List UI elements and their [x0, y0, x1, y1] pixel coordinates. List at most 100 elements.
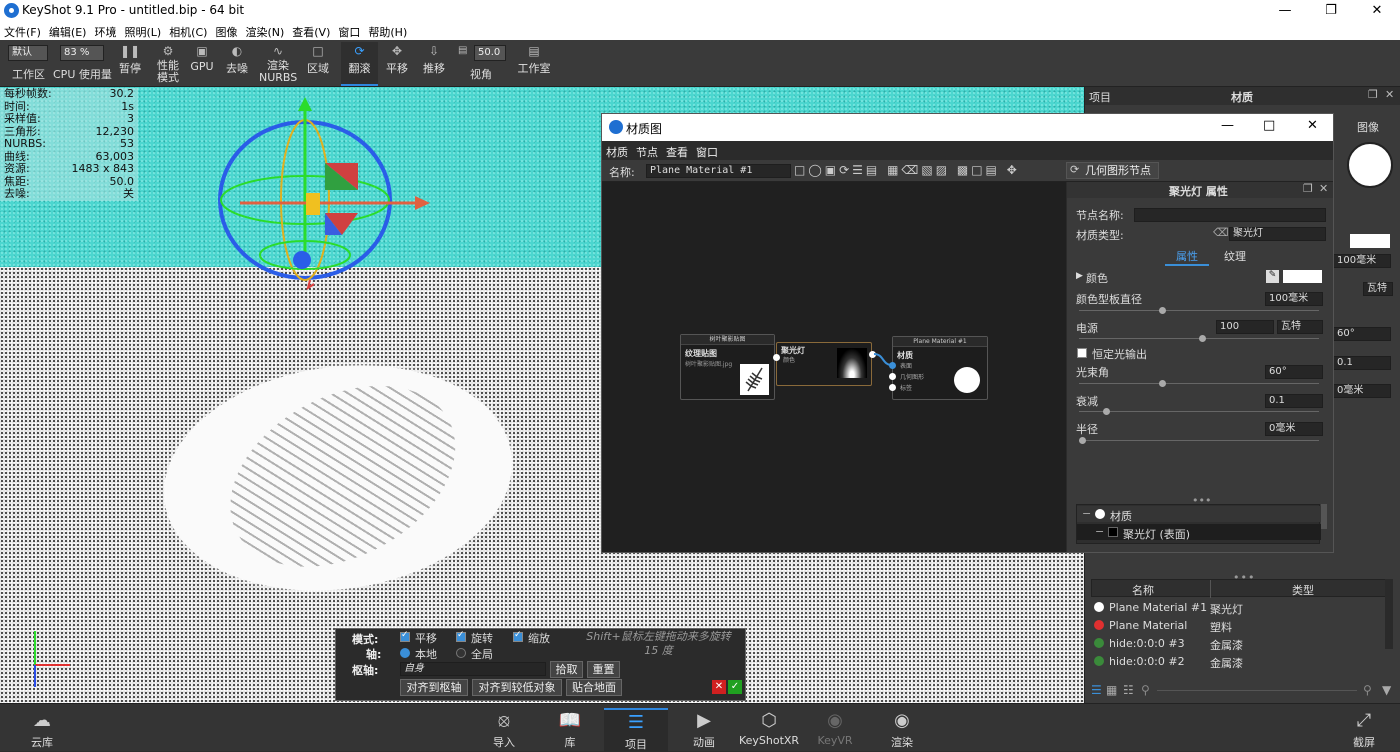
float-icon[interactable]: ❐: [1368, 88, 1378, 101]
translate-checkbox[interactable]: [400, 630, 410, 642]
render-button[interactable]: ◉ 渲染: [882, 708, 922, 752]
col-name[interactable]: 名称: [1132, 582, 1154, 598]
geometry-node-button[interactable]: 几何图形节点: [1066, 162, 1159, 179]
filter-icon[interactable]: ▼: [1382, 683, 1391, 697]
radius-input[interactable]: 0毫米: [1265, 422, 1323, 436]
beam-angle-slider[interactable]: [1079, 380, 1319, 387]
col-type[interactable]: 类型: [1292, 582, 1314, 598]
tree-item-root[interactable]: − 材质: [1077, 506, 1321, 523]
import-button[interactable]: ⦻ 导入: [484, 708, 524, 752]
maximize-icon[interactable]: ❐: [1308, 0, 1354, 22]
library-button[interactable]: 📖 库: [552, 708, 588, 752]
pause-button[interactable]: ❚❚ 暂停: [115, 42, 145, 86]
minimize-icon[interactable]: —: [1262, 0, 1308, 22]
studio-button[interactable]: ▤ 工作室: [512, 42, 556, 86]
align-lower-button[interactable]: 对齐到较低对象: [472, 679, 562, 696]
tab-texture[interactable]: 纹理: [1213, 248, 1257, 264]
falloff-input[interactable]: 0.1: [1265, 394, 1323, 408]
menu-environment[interactable]: 环境: [90, 22, 120, 42]
spotlight-node[interactable]: 聚光灯 颜色: [773, 342, 876, 386]
render-nurbs-button[interactable]: ∿ 渲染 NURBS: [259, 42, 297, 86]
material-output-node[interactable]: Plane Material #1 材质 表面 几何图形 标签: [889, 336, 988, 400]
graph-tool-icons[interactable]: □◯▣⟳☰▤ ▦⌫▧▨ ▩□▤ ✥: [794, 163, 1020, 177]
menu-lighting[interactable]: 照明(L): [120, 22, 165, 42]
beam-angle-input[interactable]: 60°: [1265, 365, 1323, 379]
align-pivot-button[interactable]: 对齐到枢轴: [400, 679, 468, 696]
animation-button[interactable]: ▶ 动画: [684, 708, 724, 752]
cloud-library-button[interactable]: ☁ 云库: [22, 708, 62, 752]
tab-image[interactable]: 图像: [1357, 119, 1379, 135]
cpu-select[interactable]: 83 %: [60, 45, 104, 61]
screenshot-button[interactable]: ⤢ 截屏: [1344, 708, 1384, 752]
menu-image[interactable]: 图像: [211, 22, 241, 42]
diameter-input[interactable]: 100毫米: [1265, 292, 1323, 306]
project-button[interactable]: ☰ 项目: [604, 708, 668, 752]
menu-edit[interactable]: 编辑(E): [45, 22, 91, 42]
tumble-button[interactable]: ⟳ 翻滚: [341, 42, 378, 86]
global-radio[interactable]: [456, 648, 466, 658]
close-icon[interactable]: ✕: [1354, 0, 1400, 22]
dolly-button[interactable]: ⇩ 推移: [418, 42, 450, 86]
search-icon-right[interactable]: ⚲: [1363, 683, 1372, 697]
denoise-button[interactable]: ◐ 去噪: [222, 42, 252, 86]
reset-button[interactable]: 重置: [587, 661, 620, 678]
list-item[interactable]: Plane Material 塑料: [1091, 617, 1391, 634]
input-port-icon[interactable]: [773, 354, 780, 361]
list-item[interactable]: hide:0:0:0 #2 金属漆: [1091, 653, 1391, 670]
keyshotxr-button[interactable]: ⬡ KeyShotXR: [738, 708, 800, 752]
pan-button[interactable]: ✥ 平移: [382, 42, 412, 86]
falloff-slider[interactable]: [1079, 408, 1319, 415]
rotate-checkbox[interactable]: [456, 630, 466, 642]
collapse-icon[interactable]: −: [1095, 525, 1104, 538]
color-picker-icon[interactable]: ✎: [1266, 270, 1279, 283]
mg-minimize-icon[interactable]: —: [1221, 118, 1234, 133]
collapse-icon[interactable]: −: [1082, 507, 1091, 520]
pivot-input[interactable]: 自身: [400, 662, 546, 676]
cancel-icon[interactable]: ✕: [712, 680, 726, 694]
menu-camera[interactable]: 相机(C): [165, 22, 211, 42]
material-type-select[interactable]: 聚光灯: [1229, 227, 1326, 241]
surface-port-icon[interactable]: [889, 362, 896, 369]
snap-ground-button[interactable]: 贴合地面: [566, 679, 622, 696]
transform-gizmo[interactable]: [210, 95, 440, 300]
menu-file[interactable]: 文件(F): [0, 22, 45, 42]
tab-attributes[interactable]: 属性: [1165, 248, 1209, 266]
search-icon[interactable]: ⚲: [1141, 683, 1150, 697]
props-close-icon[interactable]: ✕: [1319, 182, 1328, 195]
expand-icon[interactable]: ▶: [1076, 271, 1083, 281]
trash-icon[interactable]: ⌫: [1213, 226, 1229, 239]
fov-input[interactable]: 50.0: [474, 45, 506, 61]
material-name-input[interactable]: Plane Material #1: [646, 164, 791, 178]
list-item[interactable]: Plane Material #1 聚光灯: [1091, 599, 1391, 616]
gpu-button[interactable]: ▣ GPU: [189, 42, 215, 86]
panel-close-icon[interactable]: ✕: [1385, 88, 1394, 101]
diameter-slider[interactable]: [1079, 307, 1319, 314]
list-scrollbar[interactable]: [1385, 579, 1393, 649]
workspace-select[interactable]: 默认: [8, 45, 48, 61]
menu-render[interactable]: 渲染(N): [241, 22, 288, 42]
props-float-icon[interactable]: ❐: [1303, 182, 1313, 195]
geometry-port-icon[interactable]: [889, 373, 896, 380]
color-swatch[interactable]: [1350, 234, 1390, 248]
power-unit-select[interactable]: 瓦特: [1277, 320, 1323, 334]
performance-mode-button[interactable]: ⚙ 性能 模式: [151, 42, 185, 86]
menu-help[interactable]: 帮助(H): [364, 22, 411, 42]
node-graph-canvas[interactable]: 树叶聚影贴图 纹理贴图 树叶聚影贴图.jpg 聚光灯 颜色 Plane Mate…: [602, 182, 1066, 552]
constant-output-checkbox[interactable]: [1077, 348, 1087, 358]
color-swatch[interactable]: [1283, 270, 1322, 283]
power-input[interactable]: 100: [1216, 320, 1274, 334]
tree-view-icon[interactable]: ☷: [1123, 683, 1134, 697]
list-view-icon[interactable]: ☰: [1091, 683, 1102, 697]
texture-node[interactable]: 树叶聚影贴图 纹理贴图 树叶聚影贴图.jpg: [680, 334, 775, 400]
keyvr-button[interactable]: ◉ KeyVR: [814, 708, 856, 752]
menu-window[interactable]: 窗口: [334, 22, 364, 42]
mg-close-icon[interactable]: ✕: [1307, 118, 1318, 133]
tree-scrollbar[interactable]: [1321, 504, 1327, 529]
label-port-icon[interactable]: [889, 384, 896, 391]
grid-view-icon[interactable]: ▦: [1106, 683, 1117, 697]
radius-slider[interactable]: [1079, 437, 1319, 444]
region-button[interactable]: □ 区域: [303, 42, 333, 86]
pick-button[interactable]: 拾取: [550, 661, 583, 678]
list-item[interactable]: hide:0:0:0 #3 金属漆: [1091, 635, 1391, 652]
mg-maximize-icon[interactable]: □: [1263, 118, 1275, 133]
